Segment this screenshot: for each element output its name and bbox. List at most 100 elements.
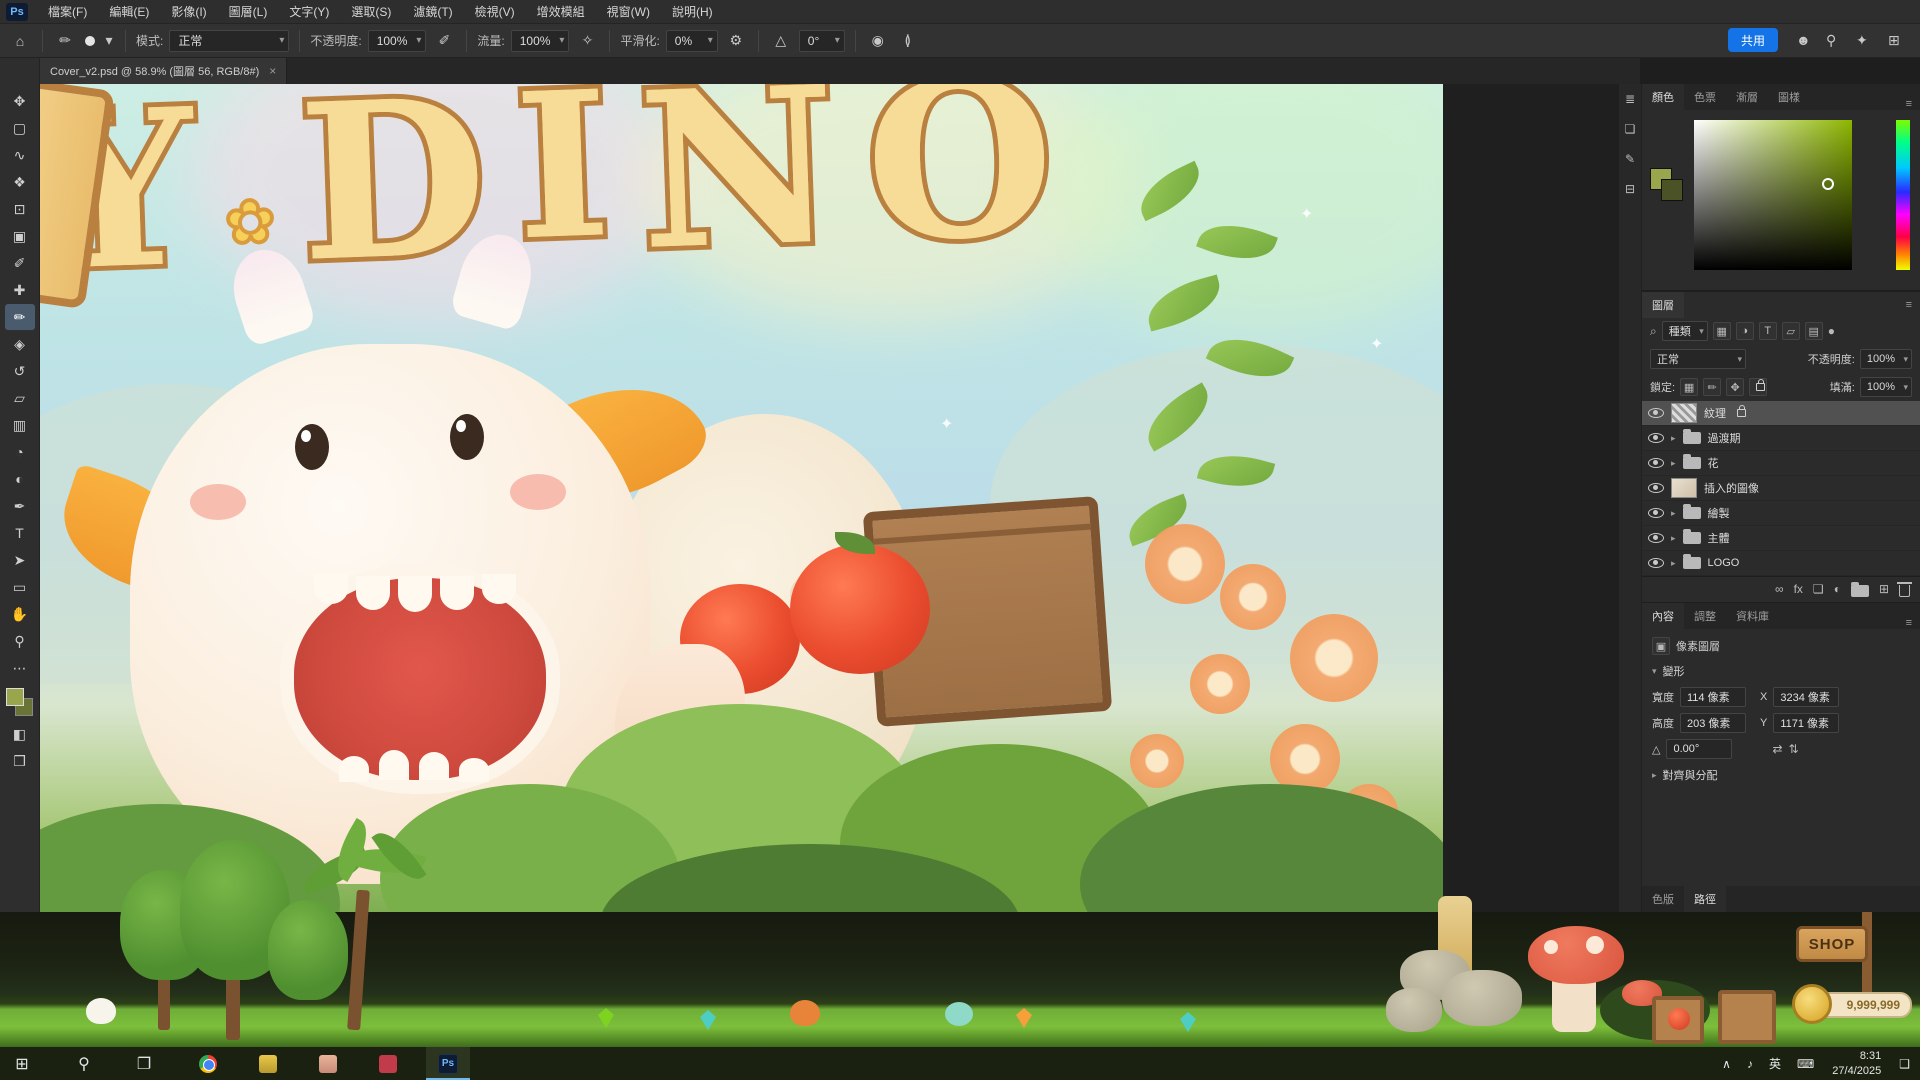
frame-tool[interactable]: ▣ — [5, 223, 35, 249]
airbrush-icon[interactable]: ✧ — [575, 32, 599, 49]
zoom-tool[interactable]: ⚲ — [5, 628, 35, 654]
clone-stamp-tool[interactable]: ◈ — [5, 331, 35, 357]
tab-patterns[interactable]: 圖樣 — [1768, 84, 1810, 110]
home-icon[interactable]: ⌂ — [8, 33, 32, 49]
x-field[interactable]: 3234 像素 — [1773, 687, 1839, 707]
layer-row[interactable]: ▸ 繪製 — [1642, 501, 1920, 526]
close-tab-icon[interactable]: × — [269, 64, 276, 78]
visibility-eye-icon[interactable] — [1648, 533, 1664, 543]
layer-row[interactable]: ▸ 過渡期 — [1642, 426, 1920, 451]
transform-section-header[interactable]: ▾ 變形 — [1642, 658, 1920, 684]
opacity-select[interactable]: 100% — [368, 30, 427, 52]
share-button[interactable]: 共用 — [1728, 28, 1778, 52]
layer-row[interactable]: 插入的圖像 — [1642, 476, 1920, 501]
menu-select[interactable]: 選取(S) — [341, 0, 401, 23]
tab-libraries[interactable]: 資料庫 — [1726, 603, 1779, 629]
filter-pixel-icon[interactable]: ▦ — [1713, 322, 1731, 340]
group-caret-icon[interactable]: ▸ — [1671, 558, 1676, 569]
tray-audio-icon[interactable]: ♪ — [1741, 1057, 1759, 1071]
visibility-eye-icon[interactable] — [1648, 508, 1664, 518]
filter-kind-select[interactable]: 種類 — [1662, 321, 1708, 341]
group-caret-icon[interactable]: ▸ — [1671, 433, 1676, 444]
lightbulb-icon[interactable]: ✦ — [1856, 32, 1868, 49]
visibility-eye-icon[interactable] — [1648, 433, 1664, 443]
taskbar-app-pink[interactable] — [306, 1047, 350, 1080]
flip-horizontal-icon[interactable]: ⇄ — [1772, 742, 1782, 756]
saturation-brightness-field[interactable] — [1694, 120, 1852, 270]
brush-preset-caret-icon[interactable]: ▾ — [103, 32, 115, 49]
tab-gradients[interactable]: 漸層 — [1726, 84, 1768, 110]
visibility-eye-icon[interactable] — [1648, 558, 1664, 568]
taskbar-chrome[interactable] — [186, 1047, 230, 1080]
type-tool[interactable]: T — [5, 520, 35, 546]
panel-menu-icon[interactable]: ≡ — [1898, 98, 1920, 110]
shape-tool[interactable]: ▭ — [5, 574, 35, 600]
tab-layers[interactable]: 圖層 — [1642, 292, 1684, 318]
ime-language-button[interactable]: 英 — [1763, 1055, 1787, 1072]
taskbar-search-button[interactable]: ⚲ — [62, 1047, 106, 1080]
smoothing-select[interactable]: 0% — [666, 30, 718, 52]
menu-type[interactable]: 文字(Y) — [279, 0, 339, 23]
collapsed-panel-icon[interactable]: ⊟ — [1625, 182, 1635, 196]
visibility-eye-icon[interactable] — [1648, 408, 1664, 418]
filter-shape-icon[interactable]: ▱ — [1782, 322, 1800, 340]
search-icon[interactable]: ⚲ — [1826, 32, 1836, 49]
taskbar-app-yellow[interactable] — [246, 1047, 290, 1080]
tab-paths[interactable]: 路徑 — [1684, 886, 1726, 912]
lock-pixels-icon[interactable]: ✏ — [1703, 378, 1721, 396]
menu-plugins[interactable]: 增效模組 — [527, 0, 595, 23]
smoothing-gear-icon[interactable]: ⚙ — [724, 32, 748, 49]
menu-file[interactable]: 檔案(F) — [38, 0, 97, 23]
eraser-tool[interactable]: ▱ — [5, 385, 35, 411]
collapsed-panel-icon[interactable]: ≣ — [1625, 92, 1635, 106]
menu-filter[interactable]: 濾鏡(T) — [403, 0, 462, 23]
document-canvas[interactable]: Y ✿ D I N O ✦ ✦ ✦ — [40, 84, 1443, 912]
fill-select[interactable]: 100% — [1860, 377, 1912, 397]
new-group-icon[interactable] — [1851, 585, 1869, 597]
filter-smart-object-icon[interactable]: ▤ — [1805, 322, 1823, 340]
link-layers-icon[interactable]: ∞ — [1775, 582, 1784, 597]
align-section-header[interactable]: ▸ 對齊與分配 — [1642, 762, 1920, 788]
collapsed-panel-icon[interactable]: ✎ — [1625, 152, 1635, 166]
screen-mode-button[interactable]: ❒ — [5, 748, 35, 774]
taskbar-photoshop[interactable]: Ps — [426, 1047, 470, 1080]
brush-angle-field[interactable]: 0° — [799, 30, 845, 52]
healing-brush-tool[interactable]: ✚ — [5, 277, 35, 303]
history-brush-tool[interactable]: ↺ — [5, 358, 35, 384]
blur-tool[interactable]: ◔ — [5, 439, 35, 465]
menu-view[interactable]: 檢視(V) — [465, 0, 525, 23]
move-tool[interactable]: ✥ — [5, 88, 35, 114]
tab-properties[interactable]: 內容 — [1642, 603, 1684, 629]
keyboard-icon[interactable]: ⌨ — [1791, 1057, 1820, 1071]
brush-preset-icon[interactable] — [85, 36, 95, 46]
group-caret-icon[interactable]: ▸ — [1671, 533, 1676, 544]
brush-tool-icon[interactable]: ✏ — [53, 32, 77, 49]
layer-thumbnail[interactable] — [1671, 478, 1697, 498]
path-selection-tool[interactable]: ➤ — [5, 547, 35, 573]
quick-mask-button[interactable]: ◧ — [5, 721, 35, 747]
layer-row[interactable]: ▸ 主體 — [1642, 526, 1920, 551]
panel-menu-icon[interactable]: ≡ — [1898, 617, 1920, 629]
tab-channels[interactable]: 色版 — [1642, 886, 1684, 912]
flow-select[interactable]: 100% — [511, 30, 570, 52]
symmetry-icon[interactable]: ≬ — [896, 32, 920, 49]
layer-thumbnail[interactable] — [1671, 403, 1697, 423]
eyedropper-tool[interactable]: ✐ — [5, 250, 35, 276]
taskbar-app-red[interactable] — [366, 1047, 410, 1080]
y-field[interactable]: 1171 像素 — [1773, 713, 1839, 733]
filter-adjustment-icon[interactable]: ◑ — [1736, 322, 1754, 340]
menu-window[interactable]: 視窗(W) — [597, 0, 660, 23]
layer-row[interactable]: ▸ 花 — [1642, 451, 1920, 476]
layer-style-fx-icon[interactable]: fx — [1794, 582, 1803, 597]
start-button[interactable]: ⊞ — [0, 1047, 44, 1080]
menu-edit[interactable]: 編輯(E) — [99, 0, 159, 23]
color-swatches[interactable] — [5, 688, 35, 720]
edit-toolbar-button[interactable]: ⋯ — [5, 655, 35, 681]
taskbar-clock[interactable]: 8:31 27/4/2025 — [1824, 1049, 1889, 1078]
filter-toggle-icon[interactable]: ● — [1828, 324, 1835, 338]
hue-slider[interactable] — [1896, 120, 1910, 270]
layer-row[interactable]: ▸ LOGO — [1642, 551, 1920, 576]
foreground-color-swatch[interactable] — [6, 688, 24, 706]
menu-help[interactable]: 說明(H) — [662, 0, 723, 23]
menu-image[interactable]: 影像(I) — [161, 0, 216, 23]
